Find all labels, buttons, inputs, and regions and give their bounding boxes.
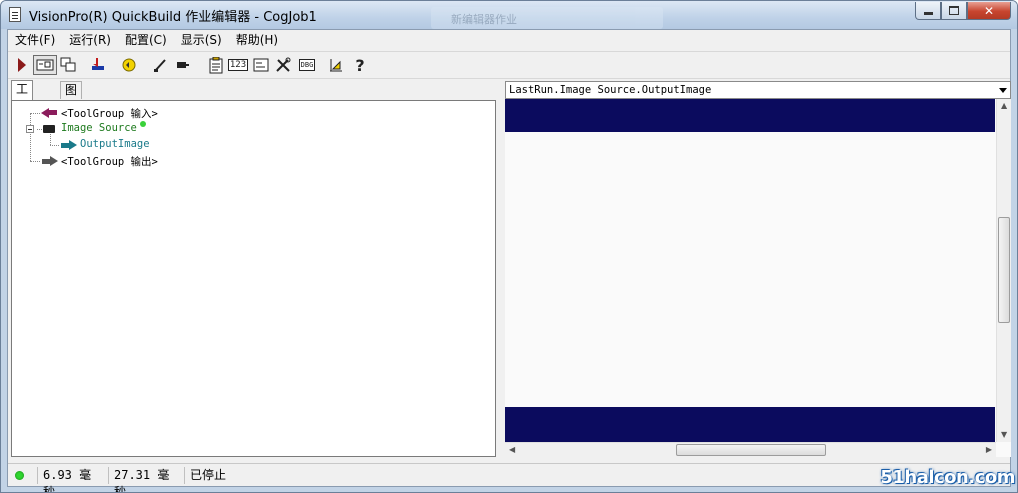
job-icon [9,7,21,22]
background-window-tab[interactable]: 新编辑器作业 [431,7,663,29]
local-display-button[interactable] [33,55,57,75]
toolbar: 123 DBG ? [8,51,1010,79]
tree-node-toolgroup-input[interactable]: <ToolGroup 输入> [61,106,158,121]
image-source-selected: LastRun.Image Source.OutputImage [509,84,712,96]
input-arrow-icon [41,108,49,118]
import-icon [92,58,104,70]
reset-button[interactable] [119,55,139,75]
help-button[interactable]: ? [350,55,370,75]
menu-bar: 文件(F) 运行(R) 配置(C) 显示(S) 帮助(H) [8,30,1010,50]
tools-icon [276,57,291,72]
floating-display-icon [60,57,76,72]
counter-button[interactable]: 123 [227,55,249,75]
menu-help[interactable]: 帮助(H) [229,30,285,50]
debug-icon: DBG [298,59,316,71]
chevron-down-icon [999,88,1007,93]
output-arrow-icon [50,156,58,166]
main-window: VisionPro(R) QuickBuild 作业编辑器 - CogJob1 … [0,0,1018,493]
image-source-icon [43,125,55,133]
window-controls: ✕ [915,2,1011,21]
minimize-icon [923,12,933,15]
close-button[interactable]: ✕ [967,2,1011,20]
floating-display-button[interactable] [58,55,78,75]
measure-icon [330,59,342,72]
measure-button[interactable] [326,55,346,75]
menu-run[interactable]: 运行(R) [62,30,118,50]
watermark: 51halcon.com [880,467,1015,488]
window-title: VisionPro(R) QuickBuild 作业编辑器 - CogJob1 [29,10,317,25]
pencil-icon [154,59,166,72]
tree-node-output-image[interactable]: OutputImage [80,138,150,150]
results-icon [253,58,269,72]
vertical-scroll-thumb[interactable] [998,217,1010,323]
menu-config[interactable]: 配置(C) [118,30,174,50]
tree-node-toolgroup-output[interactable]: <ToolGroup 输出> [61,154,158,169]
acquire-button[interactable] [173,55,193,75]
help-icon: ? [355,55,365,75]
title-bar: VisionPro(R) QuickBuild 作业编辑器 - CogJob1 … [1,1,1017,29]
scroll-left-icon[interactable]: ◀ [509,445,515,454]
image-display[interactable]: ▲ ▼ ◀ ▶ [505,99,1011,457]
counter-123-icon: 123 [227,59,249,71]
edit-button[interactable] [150,55,170,75]
horizontal-scroll-thumb[interactable] [676,444,826,456]
close-icon: ✕ [983,3,995,18]
import-button[interactable] [88,55,108,75]
maximize-icon [949,6,959,15]
horizontal-scrollbar[interactable]: ◀ ▶ [505,442,996,457]
minimize-button[interactable] [915,2,941,20]
tools-button[interactable] [273,55,293,75]
vertical-scrollbar[interactable]: ▲ ▼ [996,99,1011,442]
tab-tools[interactable]: 工具 [11,80,34,113]
job-properties-icon [209,56,223,73]
status-run-state: 已停止 [184,467,250,484]
results-button[interactable] [251,55,271,75]
image-band-top [505,99,995,132]
local-display-icon [36,59,54,71]
tool-tree-panel: <ToolGroup 输入> Image Source OutputImage … [11,100,496,457]
image-band-bottom [505,407,995,442]
background-window-label: 新编辑器作业 [451,13,517,26]
status-total-time: 27.31 毫秒 [108,467,179,492]
status-indicator-icon [15,471,24,480]
scroll-right-icon[interactable]: ▶ [986,445,992,454]
menu-display[interactable]: 显示(S) [174,30,229,50]
menu-file[interactable]: 文件(F) [8,30,62,50]
run-icon [18,58,26,72]
tree-node-image-source[interactable]: Image Source [61,122,137,134]
debug-button[interactable]: DBG [296,55,318,75]
job-properties-button[interactable] [206,55,226,75]
run-button[interactable] [12,55,32,75]
tab-graphics[interactable]: 图形 [60,81,83,114]
scroll-down-icon[interactable]: ▼ [1001,430,1007,439]
scroll-up-icon[interactable]: ▲ [1001,101,1007,110]
camera-icon [177,62,189,68]
maximize-button[interactable] [941,2,967,20]
status-bar: 6.93 毫秒 27.31 毫秒 已停止 [8,463,1010,492]
reset-icon [122,58,136,72]
client-area: 文件(F) 运行(R) 配置(C) 显示(S) 帮助(H) 123 DBG ? … [7,29,1011,492]
image-source-dropdown[interactable]: LastRun.Image Source.OutputImage [505,81,1011,99]
tool-status-dot [140,121,146,127]
tree-collapse-icon[interactable] [26,125,34,133]
output-terminal-icon [69,140,77,150]
status-last-run-time: 6.93 毫秒 [37,467,103,492]
